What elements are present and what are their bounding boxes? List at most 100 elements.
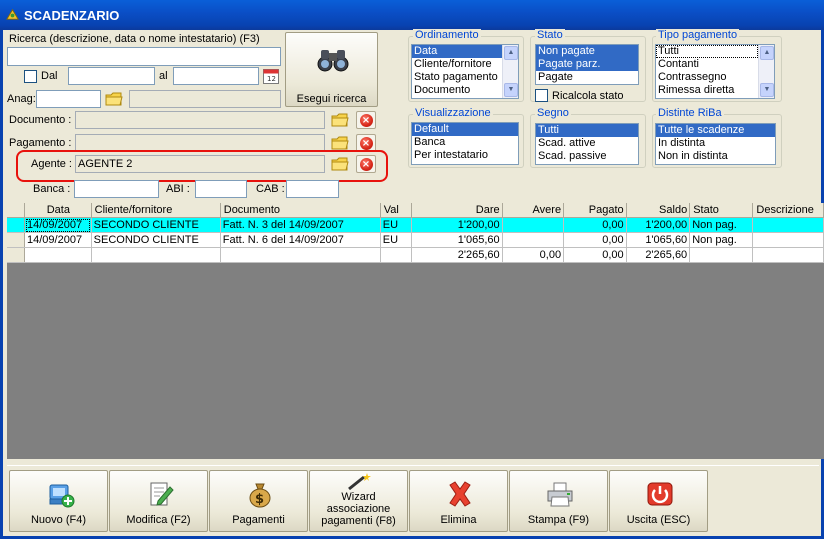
al-label: al [159, 70, 168, 82]
table-cell [24, 247, 92, 263]
calendar-icon[interactable]: 12 [262, 67, 280, 85]
list-item[interactable]: Rimessa diretta [656, 84, 774, 97]
bottom-toolbar: Nuovo (F4) Modifica (F2) $ Pagamenti Wiz… [7, 465, 819, 535]
wizard-label-2: associazione [326, 503, 391, 515]
stato-list[interactable]: Non pagate Pagate parz. Pagate [535, 44, 639, 85]
date-from-input[interactable] [68, 67, 155, 85]
total-dare: 2'265,60 [411, 247, 503, 263]
pagamento-label: Pagamento : [9, 137, 72, 149]
search-button[interactable]: Esegui ricerca [285, 32, 378, 107]
segno-list[interactable]: Tutti Scad. attive Scad. passive [535, 123, 639, 165]
list-item[interactable]: In distinta [656, 137, 775, 150]
documento-clear-button[interactable]: × [356, 111, 376, 129]
list-item[interactable]: Pagate parz. [536, 58, 638, 71]
nuovo-label: Nuovo (F4) [30, 514, 87, 526]
tipo-pagamento-list[interactable]: Tutti Contanti Contrassegno Rimessa dire… [655, 44, 775, 99]
row-header[interactable] [7, 232, 26, 248]
visualizzazione-title: Visualizzazione [413, 107, 493, 119]
ordinamento-list[interactable]: Data Cliente/fornitore Stato pagamento D… [411, 44, 519, 99]
column-header[interactable]: Cliente/fornitore [91, 203, 221, 218]
tipo-pagamento-title: Tipo pagamento [656, 29, 740, 41]
list-item[interactable]: Per intestatario [412, 149, 518, 162]
ordinamento-title: Ordinamento [413, 29, 481, 41]
scroll-up-icon[interactable]: ▲ [760, 46, 774, 60]
list-item[interactable]: Pagate [536, 71, 638, 84]
totals-row[interactable]: 2'265,60 0,00 0,00 2'265,60 [7, 247, 824, 263]
documento-folder-icon[interactable] [330, 111, 350, 129]
elimina-button[interactable]: Elimina [409, 470, 508, 532]
grid-header-row: Data Cliente/fornitore Documento Val Dar… [7, 203, 824, 218]
column-header[interactable]: Avere [502, 203, 565, 218]
abi-input[interactable] [195, 180, 247, 198]
scrollbar[interactable]: ▲ ▼ [502, 45, 518, 98]
row-header[interactable] [7, 217, 26, 233]
list-item[interactable]: Data [412, 45, 502, 58]
pagamenti-button[interactable]: $ Pagamenti [209, 470, 308, 532]
stampa-button[interactable]: Stampa (F9) [509, 470, 608, 532]
table-cell: 1'065,60 [411, 232, 503, 248]
table-cell [502, 232, 565, 248]
column-header[interactable]: Documento [220, 203, 381, 218]
column-header[interactable]: Stato [689, 203, 754, 218]
list-item[interactable]: Default [412, 123, 518, 136]
list-item[interactable]: Tutti [656, 45, 758, 58]
money-bag-icon: $ [249, 483, 271, 508]
column-header[interactable]: Descrizione [752, 203, 824, 218]
delete-x-icon [449, 481, 471, 507]
list-item[interactable]: Contanti [656, 58, 774, 71]
folder-icon[interactable] [104, 90, 124, 108]
search-input[interactable] [7, 47, 281, 66]
cab-input[interactable] [286, 180, 339, 198]
list-item[interactable]: Tutti [536, 124, 638, 137]
list-item[interactable]: Contrassegno [656, 71, 774, 84]
binoculars-icon [317, 50, 349, 72]
nuovo-button[interactable]: Nuovo (F4) [9, 470, 108, 532]
scroll-down-icon[interactable]: ▼ [504, 83, 518, 97]
row-header-corner [7, 203, 26, 218]
column-header[interactable]: Data [24, 203, 92, 218]
table-row[interactable]: 14/09/2007 SECONDO CLIENTE Fatt. N. 6 de… [7, 232, 824, 248]
elimina-label: Elimina [440, 514, 477, 526]
table-cell: 1'065,60 [626, 232, 691, 248]
scadenze-grid[interactable]: Data Cliente/fornitore Documento Val Dar… [7, 203, 824, 459]
list-item[interactable]: Non in distinta [656, 150, 775, 163]
table-cell: SECONDO CLIENTE [91, 232, 221, 248]
scroll-up-icon[interactable]: ▲ [504, 46, 518, 60]
search-label: Ricerca (descrizione, data o nome intest… [9, 33, 260, 45]
list-item[interactable]: Scad. passive [536, 150, 638, 163]
distinte-riba-list[interactable]: Tutte le scadenze In distinta Non in dis… [655, 123, 776, 165]
table-cell: 0,00 [563, 232, 627, 248]
modifica-label: Modifica (F2) [126, 514, 191, 526]
title-bar[interactable]: SCADENZARIO [0, 0, 824, 30]
column-header[interactable]: Saldo [626, 203, 691, 218]
table-cell: SECONDO CLIENTE [91, 217, 221, 233]
list-item[interactable]: Non pagate [536, 45, 638, 58]
row-header[interactable] [7, 247, 26, 263]
banca-label: Banca : [33, 183, 71, 195]
list-item[interactable]: Banca [412, 136, 518, 149]
table-cell [689, 247, 754, 263]
svg-text:12: 12 [267, 75, 276, 83]
uscita-button[interactable]: Uscita (ESC) [609, 470, 708, 532]
column-header[interactable]: Dare [411, 203, 503, 218]
date-to-input[interactable] [173, 67, 259, 85]
table-cell: EU [380, 217, 412, 233]
list-item[interactable]: Tutte le scadenze [656, 124, 775, 137]
table-cell [91, 247, 221, 263]
column-header[interactable]: Pagato [563, 203, 627, 218]
window-title: SCADENZARIO [24, 8, 120, 23]
list-item[interactable]: Scad. attive [536, 137, 638, 150]
modifica-button[interactable]: Modifica (F2) [109, 470, 208, 532]
table-cell: 0,00 [563, 217, 627, 233]
anag-input[interactable] [36, 90, 101, 108]
dal-checkbox[interactable] [24, 70, 37, 83]
column-header[interactable]: Val [380, 203, 412, 218]
wizard-button[interactable]: Wizard associazione pagamenti (F8) [309, 470, 408, 532]
table-row[interactable]: 14/09/2007 SECONDO CLIENTE Fatt. N. 3 de… [7, 217, 824, 233]
scrollbar[interactable]: ▲ ▼ [758, 45, 774, 98]
visualizzazione-list[interactable]: Default Banca Per intestatario [411, 122, 519, 165]
banca-input[interactable] [74, 180, 159, 198]
pagamenti-label: Pagamenti [232, 514, 285, 526]
scroll-down-icon[interactable]: ▼ [760, 83, 774, 97]
ricalcola-checkbox[interactable] [535, 89, 548, 102]
